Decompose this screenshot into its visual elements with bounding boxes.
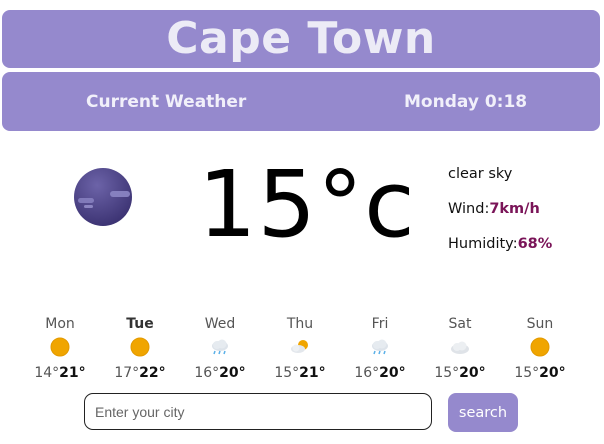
forecast-day-name: Wed [204, 316, 236, 332]
forecast-day-name: Fri [371, 316, 389, 332]
forecast-day-name: Thu [286, 316, 314, 332]
forecast-min: 16° [194, 365, 220, 381]
forecast-min: 16° [354, 365, 380, 381]
forecast-day: Fri 16°20° [340, 314, 420, 384]
forecast-day-name: Tue [126, 316, 154, 332]
night-clear-moon-icon [74, 168, 132, 226]
forecast-min: 15° [514, 365, 540, 381]
temperature-value: 15 [198, 151, 318, 258]
humidity-row: Humidity:68% [448, 233, 552, 268]
search-button[interactable]: search [448, 393, 518, 432]
sun-icon [500, 334, 580, 360]
forecast-day-name: Mon [45, 316, 75, 332]
current-temperature: 15°c [198, 150, 416, 260]
forecast-day: Sat 15°20° [420, 314, 500, 384]
weather-details: clear sky Wind:7km/h Humidity:68% [448, 163, 552, 268]
forecast-max: 21° [299, 365, 326, 381]
forecast-day: Mon 14°21° [20, 314, 100, 384]
date-time: Monday 0:18 [404, 92, 528, 112]
forecast-day: Wed 16°20° [180, 314, 260, 384]
humidity-label: Humidity: [448, 236, 518, 252]
forecast-min: 17° [114, 365, 140, 381]
wind-row: Wind:7km/h [448, 198, 552, 233]
forecast-max: 20° [539, 365, 566, 381]
sun-icon [20, 334, 100, 360]
wind-value: 7km/h [489, 201, 540, 217]
forecast-day: Tue 17°22° [100, 314, 180, 384]
forecast-day-name: Sat [448, 316, 472, 332]
temperature-unit: °c [317, 151, 416, 258]
cloud-rain-icon [180, 334, 260, 360]
forecast-max: 20° [219, 365, 246, 381]
sun-icon [100, 334, 180, 360]
cloud-icon [420, 334, 500, 360]
wind-label: Wind: [448, 201, 490, 217]
forecast-day-name: Sun [526, 316, 554, 332]
forecast-day: Sun 15°20° [500, 314, 580, 384]
forecast-day: Thu 15°21° [260, 314, 340, 384]
cloud-rain-icon [340, 334, 420, 360]
forecast-max: 20° [379, 365, 406, 381]
forecast-max: 22° [139, 365, 166, 381]
city-title: Cape Town [2, 10, 600, 68]
forecast-max: 20° [459, 365, 486, 381]
city-search-input[interactable] [84, 393, 432, 430]
subheader-bar: Current Weather Monday 0:18 [2, 72, 600, 131]
forecast-min: 15° [434, 365, 460, 381]
forecast-min: 15° [274, 365, 300, 381]
weather-description: clear sky [448, 166, 513, 182]
humidity-value: 68% [517, 236, 553, 252]
current-weather-label: Current Weather [86, 92, 247, 112]
forecast-min: 14° [34, 365, 60, 381]
sun-cloud-icon [260, 334, 340, 360]
forecast-max: 21° [59, 365, 86, 381]
